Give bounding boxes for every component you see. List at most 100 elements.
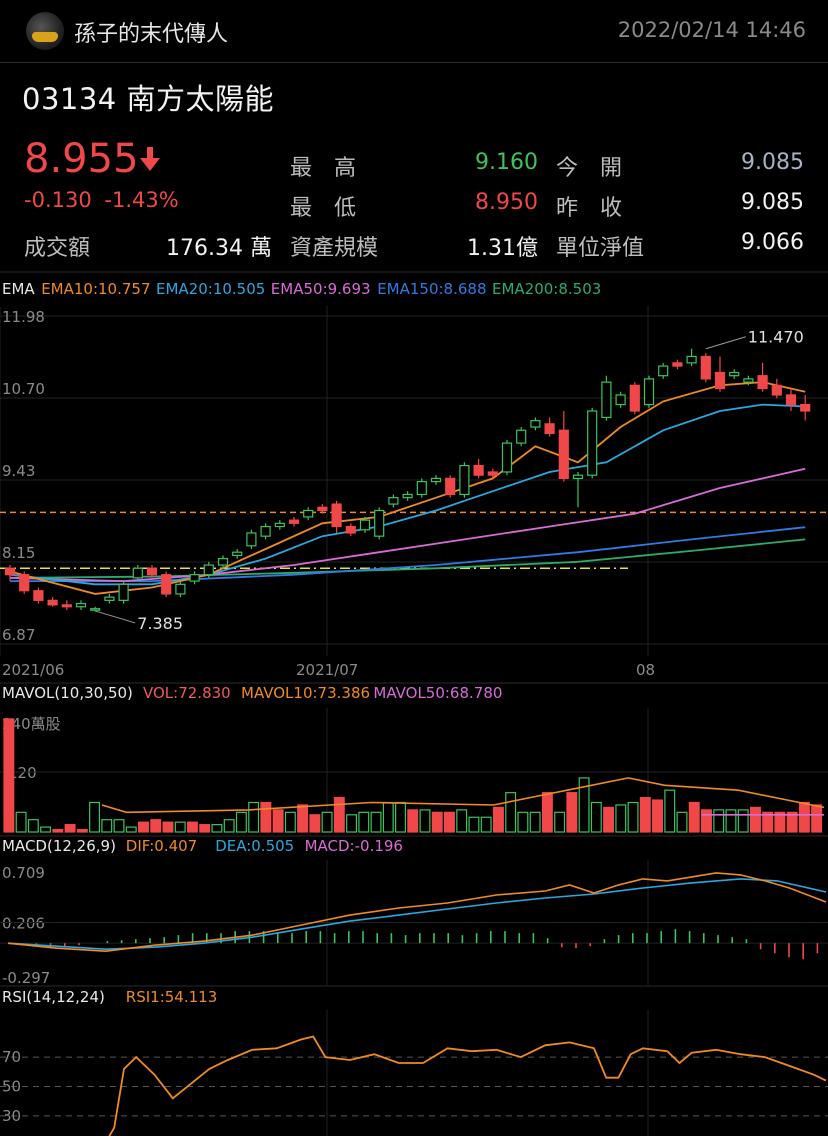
volume-bar xyxy=(443,811,455,833)
volume-bar xyxy=(64,824,76,833)
volume-bar xyxy=(407,809,419,833)
legend-item: MAVOL(10,30,50) xyxy=(2,684,133,702)
volume-bar xyxy=(370,811,382,833)
volume-bar xyxy=(811,804,823,833)
candle-body xyxy=(686,355,697,364)
volume-bar xyxy=(664,789,676,833)
volume-bar xyxy=(260,801,272,833)
candle-body xyxy=(473,464,484,476)
legend-item: MACD:-0.196 xyxy=(305,837,403,855)
y-tick-label: 10.70 xyxy=(2,380,45,398)
volume-bar xyxy=(199,824,211,833)
volume-bar xyxy=(321,811,333,833)
candle-body xyxy=(374,509,385,537)
candle-body xyxy=(246,532,257,547)
candle-body xyxy=(232,551,243,557)
candle-body xyxy=(445,477,456,496)
volume-bar xyxy=(395,801,406,833)
legend-item: VOL:72.830 xyxy=(143,684,231,702)
candle-body xyxy=(416,481,427,496)
candle-body xyxy=(558,429,569,479)
volume-bar xyxy=(297,804,309,833)
candle-body xyxy=(175,583,186,595)
candle-body xyxy=(800,403,811,412)
candle-body xyxy=(629,384,640,412)
candle-body xyxy=(700,355,711,380)
volume-bar xyxy=(15,811,27,833)
candle-body xyxy=(572,474,584,479)
volume-bar xyxy=(3,718,15,833)
candle-body xyxy=(217,558,229,566)
volume-bar xyxy=(590,801,602,833)
volume-bar xyxy=(639,796,651,833)
candle-body xyxy=(203,564,214,576)
legend-item: EMA xyxy=(2,280,35,298)
candle-body xyxy=(658,365,669,377)
candle-body xyxy=(544,423,555,435)
volume-bar xyxy=(554,811,566,833)
volume-bar xyxy=(529,811,541,833)
volume-bar xyxy=(725,809,737,833)
volume-bar xyxy=(76,828,88,833)
volume-bar xyxy=(223,819,235,833)
volume-bar xyxy=(431,811,443,833)
volume-bar xyxy=(89,801,101,833)
volume-bar xyxy=(40,826,52,833)
candle-body xyxy=(331,503,342,528)
y-tick-label: 8.15 xyxy=(2,544,35,562)
legend-item: EMA20:10.505 xyxy=(156,280,265,298)
y-tick-label: 0.206 xyxy=(2,915,45,933)
volume-bar xyxy=(333,796,345,833)
y-tick-label: 6.87 xyxy=(2,626,35,644)
legend-item: EMA200:8.503 xyxy=(492,280,601,298)
volume-bar xyxy=(456,809,468,833)
y-tick-label: 9.43 xyxy=(2,462,35,480)
candle-body xyxy=(288,519,300,524)
candle-body xyxy=(601,381,612,419)
y-tick-label: 30 xyxy=(2,1107,21,1125)
technical-chart[interactable]: EMA EMA10:10.757 EMA20:10.505 EMA50:9.693 EM… xyxy=(0,0,828,1136)
legend-item: RSI(14,12,24) xyxy=(2,988,105,1006)
legend-item: RSI1:54.113 xyxy=(126,988,217,1006)
volume-bar xyxy=(309,814,321,833)
ema-line-ema150 xyxy=(10,526,806,582)
legend-item: EMA50:9.693 xyxy=(271,280,371,298)
volume-bar xyxy=(517,811,529,833)
mavol10-line xyxy=(101,777,825,814)
candle-body xyxy=(530,420,541,428)
x-tick-label: 2021/06 xyxy=(2,661,64,679)
volume-bar xyxy=(798,801,810,833)
candle-body xyxy=(90,608,101,611)
annotation-leader xyxy=(95,610,136,624)
candle-body xyxy=(785,394,797,406)
volume-bar xyxy=(676,811,688,833)
volume-bar xyxy=(492,806,504,833)
volume-bar xyxy=(480,816,492,833)
candle-body xyxy=(516,429,527,444)
candle-body xyxy=(47,599,58,606)
candle-body xyxy=(359,519,371,531)
volume-bar xyxy=(419,809,431,833)
candle-body xyxy=(615,394,626,406)
volume-bar xyxy=(627,801,639,833)
legend-item: MACD(12,26,9) xyxy=(2,837,116,855)
y-tick-label: 0.709 xyxy=(2,864,45,882)
candle-body xyxy=(345,525,356,534)
candle-body xyxy=(4,567,16,576)
legend-item: DEA:0.505 xyxy=(215,837,294,855)
x-tick-label: 2021/07 xyxy=(296,661,358,679)
legend-item: EMA10:10.757 xyxy=(41,280,150,298)
candle-body xyxy=(132,567,143,579)
volume-bar xyxy=(125,826,137,833)
candle-body xyxy=(19,574,30,592)
legend-item: EMA150:8.688 xyxy=(377,280,486,298)
volume-bar xyxy=(566,792,578,833)
candle-body xyxy=(161,574,172,595)
volume-bar xyxy=(138,821,149,833)
x-tick-label: 08 xyxy=(636,661,655,679)
annotation-leader xyxy=(705,336,746,350)
ema-line-ema200 xyxy=(9,538,806,579)
candle-body xyxy=(260,525,271,537)
volume-bar xyxy=(113,819,125,833)
volume-bar xyxy=(174,821,186,833)
